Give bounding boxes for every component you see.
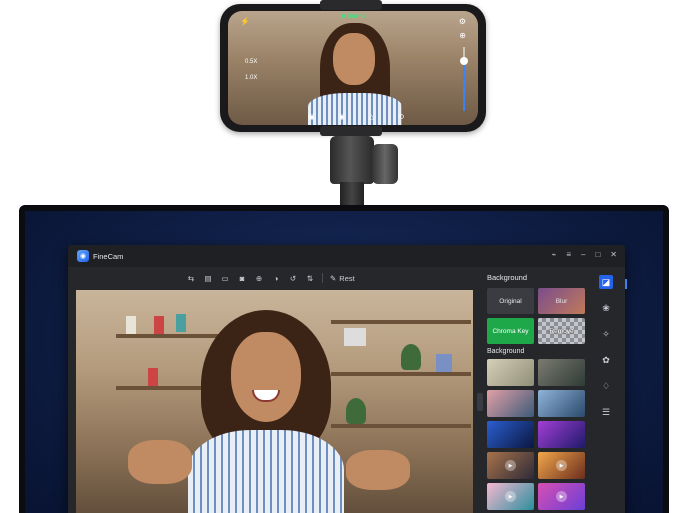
promo-stage: ⚡ Online ⚙ ⊕ 0.5X 1.0X ▣ ◉ △ ⟲ ◉ FineCam… [0,0,697,513]
phone-camera-preview: ⚡ Online ⚙ ⊕ 0.5X 1.0X ▣ ◉ △ ⟲ [228,11,478,125]
zoom-icon[interactable]: ⊕ [254,274,264,283]
pin-icon[interactable]: ⌁ [552,250,557,259]
background-thumbnail-blue-bokeh[interactable] [487,421,534,448]
tripod-knob [372,144,398,184]
phone-person-face [333,33,375,85]
play-icon: ▶ [505,460,516,471]
reset-button[interactable]: ✎ Rest [330,274,355,283]
background-thumbnail-lake-dawn[interactable] [538,390,585,417]
option-chroma-key[interactable]: Chroma Key [487,318,534,344]
book [154,316,164,334]
preview-toolbar: ⇆ ▤ ▭ ◙ ⊕ ◑ ↺ ⇅ ✎ Rest [186,273,355,283]
phone-clamp-bottom [320,126,382,136]
zoom-slider-knob[interactable] [460,57,468,65]
shelf [116,334,226,338]
book [176,314,186,332]
background-thumbnail-room-light[interactable] [487,359,534,386]
person-shirt [188,430,344,513]
magic-wand-icon[interactable]: ✧ [599,327,613,341]
shelf [331,372,471,376]
layout-icon[interactable]: ▤ [203,274,213,283]
play-icon: ▶ [505,491,516,502]
background-mode-grid: Original Blur Chroma Key Remove [487,288,591,344]
play-icon: ▶ [556,491,567,502]
exposure-icon[interactable]: △ [369,113,374,121]
app-title: FineCam [93,251,124,261]
option-remove[interactable]: Remove [538,318,585,344]
rail-active-indicator [625,279,627,289]
mirror-icon[interactable]: ⇆ [186,274,196,283]
flash-icon[interactable]: ⚡ [240,17,250,26]
menu-icon[interactable]: ≡ [566,250,571,259]
flip-vertical-icon[interactable]: ⇅ [305,274,315,283]
background-thumbnail-landscape-video[interactable]: ▶ [487,452,534,479]
window-controls: ⌁ ≡ – □ ✕ [552,250,618,259]
filter-icon[interactable]: ❀ [599,301,613,315]
close-icon[interactable]: ✕ [610,250,617,259]
play-icon: ▶ [556,460,567,471]
background-thumbnail-purple-glow[interactable] [538,421,585,448]
reset-label: Rest [339,273,355,283]
frame-icon[interactable]: ▭ [220,274,230,283]
plant [401,344,421,370]
person-hand-left [128,440,192,484]
option-blur[interactable]: Blur [538,288,585,314]
adjust-icon[interactable]: ☰ [599,405,613,419]
background-panel: Background Original Blur Chroma Key Remo… [487,273,591,513]
right-tool-rail: ◪ ❀ ✧ ✿ ♢ ☰ [596,275,616,419]
background-thumbnail-warm-video[interactable]: ▶ [538,452,585,479]
tripod-mount [330,136,374,184]
record-icon[interactable]: ◉ [339,113,345,121]
option-original[interactable]: Original [487,288,534,314]
person-hand-right [346,450,410,490]
flip-icon[interactable]: ⟲ [398,113,404,121]
book [344,328,366,346]
zoom-level-a[interactable]: 0.5X [245,59,257,65]
finecam-window: ◉ FineCam ⌁ ≡ – □ ✕ ⇆ ▤ ▭ ◙ ⊕ ◑ ↺ ⇅ ✎ Re… [68,245,625,513]
background-thumbnail-grid: ▶ ▶ ▶ ▶ [487,359,591,510]
shelf [331,424,471,428]
phone-bottom-toolbar: ▣ ◉ △ ⟲ [308,113,404,121]
book [126,316,136,334]
plant [346,398,366,424]
background-thumbnail-abstract-video[interactable]: ▶ [487,483,534,510]
maximize-icon[interactable]: □ [595,250,600,259]
shelf [331,320,471,324]
finecam-logo-icon: ◉ [77,250,89,262]
phone-status: Online [341,14,366,20]
status-dot-icon [341,14,345,19]
panel-subtitle: Background [487,348,525,355]
reset-icon: ✎ [330,273,337,283]
rotate-icon[interactable]: ↺ [288,274,298,283]
book [148,368,158,386]
minimize-icon[interactable]: – [581,250,585,259]
settings-icon[interactable]: ⚙ [459,17,466,26]
background-thumbnail-beach-sunset[interactable] [487,390,534,417]
zoom-level-b[interactable]: 1.0X [245,75,257,81]
zoom-slider-fill [463,59,465,111]
zoom-in-icon[interactable]: ⊕ [459,31,466,40]
book [436,354,452,372]
phone-clamp-top [320,0,382,10]
panel-title: Background [487,273,528,282]
panel-collapse-handle[interactable] [477,393,483,411]
phone-device: ⚡ Online ⚙ ⊕ 0.5X 1.0X ▣ ◉ △ ⟲ [220,0,486,136]
effects-icon[interactable]: ♢ [599,379,613,393]
background-thumbnail-room-dark[interactable] [538,359,585,386]
zoom-slider[interactable] [460,47,468,111]
tripod-pole [340,182,364,206]
toolbar-divider [322,273,323,283]
portrait-icon[interactable]: ◪ [599,275,613,289]
camera-preview [76,290,473,513]
camera-icon[interactable]: ◙ [237,274,247,283]
background-thumbnail-pink-video[interactable]: ▶ [538,483,585,510]
photo-icon[interactable]: ▣ [308,113,315,121]
sticker-icon[interactable]: ✿ [599,353,613,367]
title-bar: ◉ FineCam ⌁ ≡ – □ ✕ [68,245,625,267]
person-face [231,332,301,422]
color-icon[interactable]: ◑ [271,274,281,283]
